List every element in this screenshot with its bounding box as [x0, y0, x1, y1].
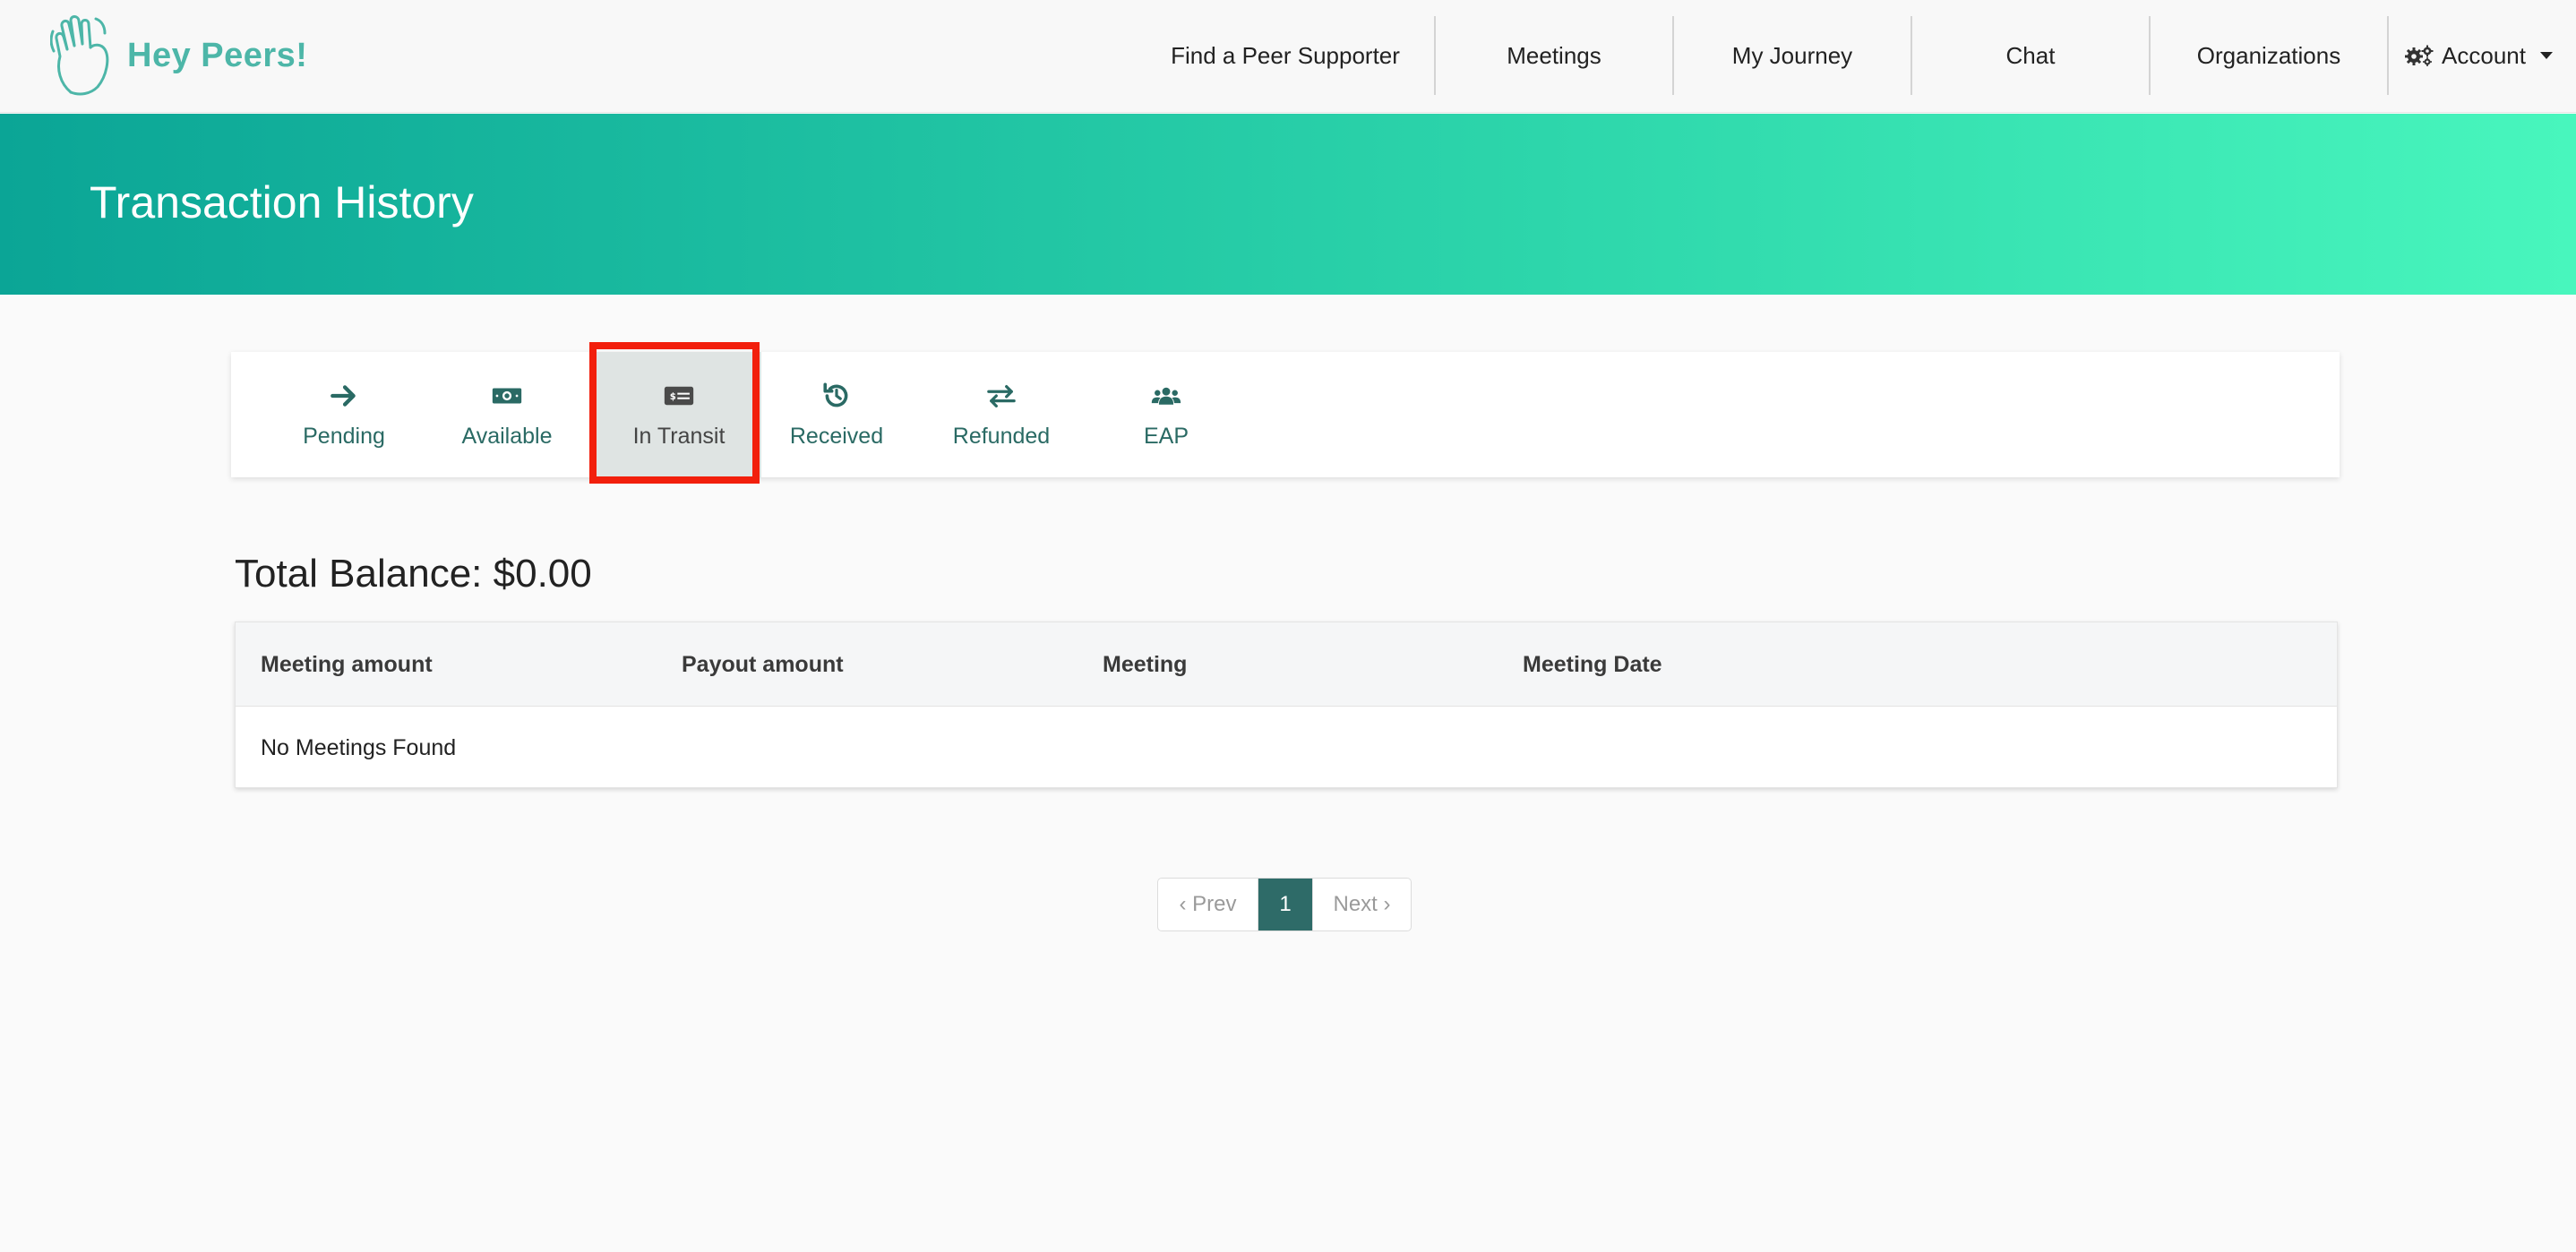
empty-state-message: No Meetings Found — [261, 734, 457, 760]
nav-label: Find a Peer Supporter — [1171, 41, 1400, 69]
nav-label: Chat — [2005, 41, 2056, 69]
exchange-icon — [987, 384, 1016, 407]
transactions-table: Meeting amount Payout amount Meeting Mee… — [235, 622, 2338, 788]
tab-pending[interactable]: Pending — [262, 352, 426, 477]
transaction-tab-list: Pending Available $ In Transit Received — [231, 352, 2340, 477]
nav-meetings[interactable]: Meetings — [1436, 16, 1672, 95]
nav-find-peer-supporter[interactable]: Find a Peer Supporter — [1155, 16, 1415, 95]
tab-label: Available — [461, 423, 553, 449]
tab-eap[interactable]: EAP — [1084, 352, 1249, 477]
tab-label: Received — [789, 423, 884, 449]
caret-down-icon — [2539, 52, 2553, 59]
brand-logo[interactable]: Hey Peers! — [50, 13, 307, 99]
tab-label: Refunded — [952, 423, 1051, 449]
tab-label: EAP — [1143, 423, 1189, 449]
tab-label: In Transit — [632, 423, 726, 449]
nav-chat[interactable]: Chat — [1912, 16, 2149, 95]
users-icon — [1151, 387, 1181, 405]
money-check-icon: $ — [664, 386, 694, 405]
gears-icon — [2405, 45, 2434, 66]
page-title: Transaction History — [90, 177, 474, 227]
tab-refunded[interactable]: Refunded — [919, 352, 1084, 477]
navbar: Hey Peers! Find a Peer Supporter Meeting… — [0, 0, 2576, 113]
nav-label: My Journey — [1731, 41, 1853, 69]
nav-account-dropdown[interactable]: Account — [2389, 16, 2568, 95]
page-number-button[interactable]: 1 — [1258, 879, 1312, 930]
nav-label: Meetings — [1507, 41, 1601, 69]
history-icon — [823, 382, 848, 407]
svg-text:$: $ — [670, 392, 676, 402]
waving-hand-icon — [50, 15, 109, 96]
total-balance: Total Balance: $0.00 — [235, 552, 592, 596]
pagination: ‹ Prev 1 Next › — [1157, 878, 1412, 931]
nav-label: Organizations — [2196, 41, 2341, 69]
column-header: Payout amount — [682, 651, 844, 677]
money-bill-icon — [492, 388, 522, 403]
account-label: Account — [2442, 41, 2526, 69]
nav-organizations[interactable]: Organizations — [2151, 16, 2387, 95]
arrow-right-icon — [331, 384, 356, 407]
column-header: Meeting amount — [261, 651, 433, 677]
brand-name: Hey Peers! — [127, 36, 308, 74]
tab-received[interactable]: Received — [754, 352, 919, 477]
column-header: Meeting Date — [1523, 651, 1662, 677]
tab-in-transit[interactable]: $ In Transit — [597, 352, 761, 477]
column-header: Meeting — [1103, 651, 1188, 677]
tab-available[interactable]: Available — [425, 352, 589, 477]
page-header-banner: Transaction History — [0, 114, 2576, 295]
prev-page-button[interactable]: ‹ Prev — [1158, 879, 1258, 930]
nav-my-journey[interactable]: My Journey — [1674, 16, 1911, 95]
next-page-button[interactable]: Next › — [1312, 879, 1411, 930]
tab-label: Pending — [303, 423, 385, 449]
table-header: Meeting amount Payout amount Meeting Mee… — [236, 622, 2337, 707]
